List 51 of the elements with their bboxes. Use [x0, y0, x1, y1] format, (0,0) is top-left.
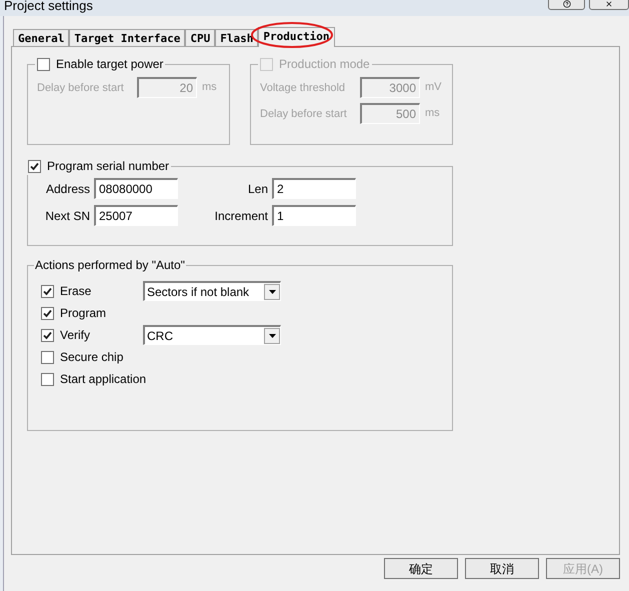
help-icon — [562, 0, 570, 8]
unit-label: ms — [202, 80, 218, 96]
dialog-button[interactable]: 取消 — [465, 558, 539, 579]
group-title: Program serial number — [47, 158, 170, 175]
checkbox-label: Program — [60, 305, 106, 322]
tab[interactable]: General — [13, 29, 70, 46]
checkbox-label: Start application — [60, 371, 146, 388]
field-label: Delay before start — [37, 80, 124, 94]
checkbox[interactable] — [28, 160, 41, 172]
checkbox[interactable] — [41, 350, 54, 364]
checkbox[interactable] — [41, 306, 54, 320]
input-field[interactable]: 1 — [272, 205, 356, 226]
dropdown-value: Sectors if not blank — [146, 284, 250, 300]
group-title: Production mode — [279, 56, 370, 73]
checkbox-label: Secure chip — [60, 349, 124, 366]
dialog-button[interactable]: 确定 — [384, 558, 458, 579]
dropdown-arrow-button[interactable] — [264, 328, 280, 344]
tab[interactable]: Flash — [215, 29, 258, 46]
field-label: Len — [246, 180, 268, 198]
dropdown-value: CRC — [146, 328, 173, 344]
checkbox-label: Verify — [60, 327, 90, 344]
checkmark-icon — [43, 286, 52, 296]
checkmark-icon — [43, 330, 52, 340]
unit-label: mV — [425, 80, 442, 96]
field-label: Increment — [214, 208, 268, 224]
dropdown[interactable]: Sectors if not blank — [143, 281, 281, 301]
input-field[interactable]: 25007 — [94, 205, 178, 226]
field-label: Next SN — [44, 208, 90, 224]
unit-label: ms — [425, 106, 441, 122]
window-title: Project settings — [4, 0, 93, 12]
checkmark-icon — [30, 162, 39, 170]
group-title: Enable target power — [56, 56, 164, 73]
group-title: Actions performed by "Auto" — [35, 258, 185, 272]
tab[interactable]: Target Interface — [69, 29, 186, 46]
caret-icon — [268, 334, 276, 338]
dropdown-arrow-button[interactable] — [264, 284, 280, 300]
caret-icon — [268, 290, 276, 294]
checkbox[interactable] — [41, 328, 54, 342]
dropdown[interactable]: CRC — [143, 325, 281, 345]
input-field[interactable]: 2 — [272, 178, 356, 199]
close-icon — [605, 0, 613, 8]
tab[interactable]: CPU — [185, 29, 216, 46]
checkbox[interactable] — [41, 372, 54, 386]
checkbox[interactable] — [41, 284, 54, 298]
input-field[interactable]: 08080000 — [94, 178, 178, 199]
field-label: Delay before start — [260, 106, 347, 120]
field-label: Voltage threshold — [260, 80, 346, 94]
checkbox[interactable] — [37, 58, 50, 70]
checkbox-label: Erase — [60, 283, 92, 300]
field-label: Address — [44, 180, 90, 198]
checkmark-icon — [43, 308, 52, 318]
